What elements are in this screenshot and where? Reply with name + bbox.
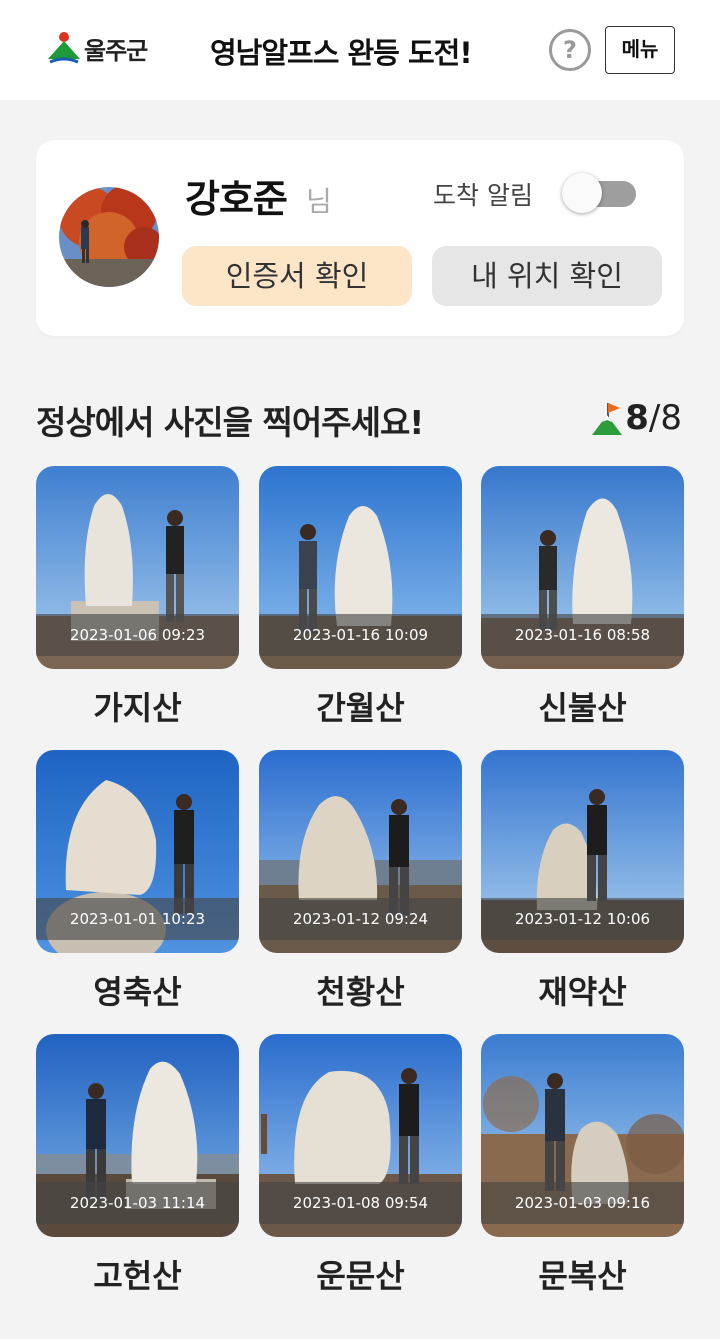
help-button[interactable]: ? [549, 29, 591, 71]
photo-timestamp: 2023-01-16 08:58 [481, 614, 684, 656]
profile-card: 강호준 님 도착 알림 인증서 확인 내 위치 확인 [36, 140, 684, 336]
completed-count: 8 [625, 398, 649, 438]
mountain-name: 문복산 [538, 1257, 627, 1295]
app-header: 울주군 영남알프스 완등 도전! ? 메뉴 [0, 0, 720, 100]
arrival-alarm-label: 도착 알림 [433, 181, 533, 210]
logo-text: 울주군 [84, 36, 148, 65]
mountain-name: 가지산 [93, 689, 182, 727]
summit-photo-tile[interactable]: 2023-01-08 09:54 [259, 1034, 462, 1237]
photo-timestamp: 2023-01-12 09:24 [259, 898, 462, 940]
mountain-name: 재약산 [538, 973, 627, 1011]
progress-separator: / [648, 398, 661, 438]
photo-timestamp: 2023-01-16 10:09 [259, 614, 462, 656]
summit-photo-tile[interactable]: 2023-01-16 10:09 [259, 466, 462, 669]
summit-photo-tile[interactable]: 2023-01-03 09:16 [481, 1034, 684, 1237]
avatar-image [59, 187, 159, 287]
summit-photo-tile[interactable]: 2023-01-12 10:06 [481, 750, 684, 953]
mountain-name: 영축산 [93, 973, 182, 1011]
photo-timestamp: 2023-01-01 10:23 [36, 898, 239, 940]
app-title: 영남알프스 완등 도전! [210, 36, 473, 70]
photo-timestamp: 2023-01-06 09:23 [36, 614, 239, 656]
photo-timestamp: 2023-01-08 09:54 [259, 1182, 462, 1224]
user-name-suffix: 님 [306, 185, 332, 218]
mountain-name: 고헌산 [93, 1257, 182, 1295]
certificate-button[interactable]: 인증서 확인 [182, 246, 412, 306]
ulju-logo-icon [48, 32, 80, 64]
summit-flag-icon [592, 403, 623, 435]
summit-photo-tile[interactable]: 2023-01-03 11:14 [36, 1034, 239, 1237]
summit-photo-tile[interactable]: 2023-01-06 09:23 [36, 466, 239, 669]
summit-photo-tile[interactable]: 2023-01-01 10:23 [36, 750, 239, 953]
photo-timestamp: 2023-01-12 10:06 [481, 898, 684, 940]
mountain-name: 신불산 [538, 689, 627, 727]
section-title: 정상에서 사진을 찍어주세요! [36, 403, 424, 442]
user-name: 강호준 [185, 177, 288, 221]
mountain-name: 천황산 [316, 973, 405, 1011]
arrival-alarm-toggle[interactable] [562, 173, 636, 213]
summit-photo-tile[interactable]: 2023-01-12 09:24 [259, 750, 462, 953]
toggle-knob [562, 173, 602, 213]
summit-progress: 8 / 8 [591, 398, 682, 438]
avatar[interactable] [59, 187, 159, 287]
summit-photo-tile[interactable]: 2023-01-16 08:58 [481, 466, 684, 669]
total-count: 8 [660, 398, 682, 438]
my-location-button[interactable]: 내 위치 확인 [432, 246, 662, 306]
menu-button[interactable]: 메뉴 [605, 26, 675, 74]
mountain-name: 운문산 [316, 1257, 405, 1295]
ulju-logo[interactable]: 울주군 [46, 28, 158, 68]
photo-timestamp: 2023-01-03 11:14 [36, 1182, 239, 1224]
mountain-name: 간월산 [316, 689, 405, 727]
photo-timestamp: 2023-01-03 09:16 [481, 1182, 684, 1224]
